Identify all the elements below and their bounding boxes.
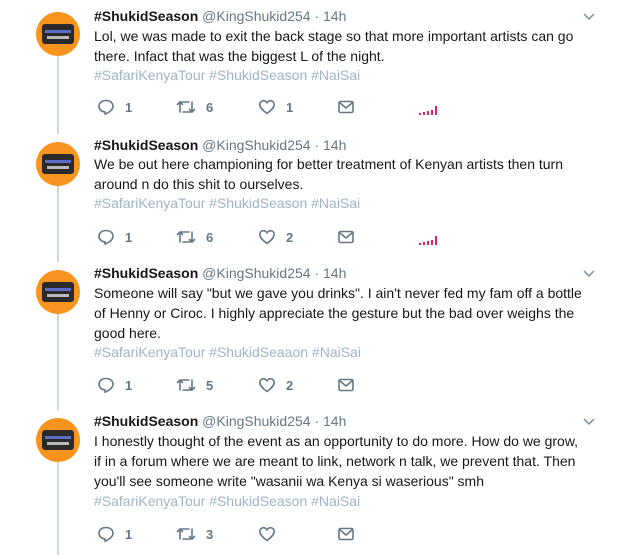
reply-icon	[97, 525, 115, 543]
reply-count: 1	[125, 99, 133, 115]
tweet-actions: 1 3	[97, 524, 457, 544]
retweet-icon	[176, 228, 196, 246]
tweet-text-line: there. Infact that was the biggest L of …	[94, 48, 385, 64]
timestamp[interactable]: 14h	[323, 265, 346, 281]
like-button[interactable]: 2	[258, 227, 293, 247]
chevron-down-icon[interactable]	[583, 415, 595, 427]
hashtags[interactable]: #SafariKenyaTour #ShukidSeason #NaiSai	[94, 492, 360, 510]
avatar[interactable]	[36, 418, 80, 462]
direct-message-button[interactable]	[337, 375, 355, 395]
chevron-down-icon[interactable]	[583, 10, 595, 22]
analytics-icon[interactable]	[419, 102, 439, 115]
retweet-count: 3	[206, 526, 214, 542]
reply-button[interactable]: 1	[97, 375, 132, 395]
hashtags[interactable]: #SafariKenyaTour #ShukidSeason #NaiSai	[94, 194, 360, 212]
tweet-header: #ShukidSeason @KingShukid254 · 14h	[94, 7, 346, 25]
reply-button[interactable]: 1	[97, 97, 132, 117]
direct-message-button[interactable]	[337, 97, 355, 117]
timestamp[interactable]: 14h	[323, 413, 346, 429]
display-name[interactable]: #ShukidSeason	[94, 8, 198, 24]
heart-icon	[258, 525, 276, 543]
envelope-icon	[337, 228, 355, 246]
user-handle[interactable]: @KingShukid254	[202, 413, 310, 429]
retweet-count: 6	[206, 229, 214, 245]
analytics-icon[interactable]	[419, 232, 439, 245]
reply-count: 1	[125, 526, 133, 542]
envelope-icon	[337, 98, 355, 116]
user-handle[interactable]: @KingShukid254	[202, 137, 310, 153]
tweet-text: We be out here championing for better tr…	[94, 154, 599, 194]
tweet-text-line: if in a forum where we are meant to link…	[94, 453, 576, 469]
retweet-icon	[176, 376, 196, 394]
retweet-button[interactable]: 6	[176, 97, 213, 117]
like-count: 2	[286, 377, 294, 393]
retweet-button[interactable]: 6	[176, 227, 213, 247]
like-count: 1	[286, 99, 294, 115]
envelope-icon	[337, 525, 355, 543]
avatar[interactable]	[36, 12, 80, 56]
tweet-text-line: good here.	[94, 325, 161, 341]
reply-icon	[97, 98, 115, 116]
tweet-actions: 1 6 1	[97, 97, 457, 117]
reply-count: 1	[125, 377, 133, 393]
tweet[interactable]: #ShukidSeason @KingShukid254 · 14h We be…	[0, 130, 631, 258]
retweet-count: 6	[206, 99, 214, 115]
retweet-button[interactable]: 3	[176, 524, 213, 544]
user-handle[interactable]: @KingShukid254	[202, 265, 310, 281]
like-button[interactable]: 2	[258, 375, 293, 395]
tweet[interactable]: #ShukidSeason @KingShukid254 · 14h I hon…	[0, 406, 631, 555]
tweet-text: Lol, we was made to exit the back stage …	[94, 26, 599, 66]
display-name[interactable]: #ShukidSeason	[94, 265, 198, 281]
retweet-icon	[176, 525, 196, 543]
separator-dot: ·	[314, 413, 320, 429]
tweet-actions: 1 5 2	[97, 375, 457, 395]
tweet-actions: 1 6 2	[97, 227, 457, 247]
timestamp[interactable]: 14h	[323, 8, 346, 24]
tweet-text-line: Lol, we was made to exit the back stage …	[94, 28, 574, 44]
tweet-text-line: I honestly thought of the event as an op…	[94, 433, 579, 449]
tweet-header: #ShukidSeason @KingShukid254 · 14h	[94, 412, 346, 430]
separator-dot: ·	[314, 8, 320, 24]
direct-message-button[interactable]	[337, 524, 355, 544]
like-button[interactable]	[258, 524, 286, 544]
direct-message-button[interactable]	[337, 227, 355, 247]
retweet-icon	[176, 98, 196, 116]
like-count: 2	[286, 229, 294, 245]
tweet-text-line: you'll see someone write "wasanii wa Ken…	[94, 473, 485, 489]
separator-dot: ·	[314, 265, 320, 281]
reply-icon	[97, 228, 115, 246]
tweet[interactable]: #ShukidSeason @KingShukid254 · 14h Lol, …	[0, 0, 631, 130]
reply-count: 1	[125, 229, 133, 245]
tweet-text-line: Someone will say "but we gave you drinks…	[94, 285, 582, 301]
hashtags[interactable]: #SafariKenyaTour #ShukidSeaaon #NaiSai	[94, 343, 361, 361]
avatar[interactable]	[36, 142, 80, 186]
display-name[interactable]: #ShukidSeason	[94, 413, 198, 429]
heart-icon	[258, 376, 276, 394]
envelope-icon	[337, 376, 355, 394]
chevron-down-icon[interactable]	[583, 267, 595, 279]
reply-icon	[97, 376, 115, 394]
retweet-button[interactable]: 5	[176, 375, 213, 395]
user-handle[interactable]: @KingShukid254	[202, 8, 310, 24]
heart-icon	[258, 228, 276, 246]
heart-icon	[258, 98, 276, 116]
reply-button[interactable]: 1	[97, 227, 132, 247]
tweet-header: #ShukidSeason @KingShukid254 · 14h	[94, 136, 346, 154]
timestamp[interactable]: 14h	[323, 137, 346, 153]
separator-dot: ·	[314, 137, 320, 153]
tweet-text-line: We be out here championing for better tr…	[94, 156, 564, 172]
retweet-count: 5	[206, 377, 214, 393]
display-name[interactable]: #ShukidSeason	[94, 137, 198, 153]
tweet[interactable]: #ShukidSeason @KingShukid254 · 14h Someo…	[0, 258, 631, 406]
avatar[interactable]	[36, 270, 80, 314]
tweet-text: Someone will say "but we gave you drinks…	[94, 283, 599, 343]
reply-button[interactable]: 1	[97, 524, 132, 544]
tweet-text-line: around n do this shit to ourselves.	[94, 176, 304, 192]
hashtags[interactable]: #SafariKenyaTour #ShukidSeason #NaiSai	[94, 66, 360, 84]
tweet-text-line: of Henny or Ciroc. I highly appreciate t…	[94, 305, 575, 321]
tweet-text: I honestly thought of the event as an op…	[94, 431, 599, 491]
tweet-header: #ShukidSeason @KingShukid254 · 14h	[94, 264, 346, 282]
like-button[interactable]: 1	[258, 97, 293, 117]
